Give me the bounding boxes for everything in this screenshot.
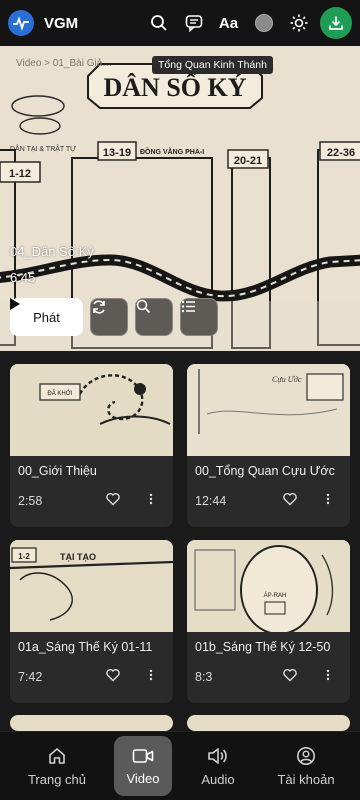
- heart-icon[interactable]: [106, 668, 120, 687]
- video-duration: 8:3: [195, 670, 213, 684]
- svg-text:ÁP-RAH: ÁP-RAH: [264, 592, 287, 599]
- video-title: 01b_Sáng Thế Ký 12-50: [195, 640, 331, 654]
- speaker-icon: [208, 747, 227, 764]
- svg-text:1-2: 1-2: [18, 552, 30, 561]
- video-card[interactable]: ĐÃ KHỞI 00_Giới Thiệu 2:58: [10, 364, 173, 527]
- svg-text:Cựu Ước: Cựu Ước: [272, 375, 302, 384]
- poster-range-2: 13-19: [103, 147, 131, 159]
- more-options-icon[interactable]: [321, 492, 335, 511]
- video-title: 01a_Sáng Thế Ký 01-11: [18, 640, 153, 654]
- heart-icon[interactable]: [106, 492, 120, 511]
- breadcrumb[interactable]: Video > 01_Bài Giả…: [16, 58, 112, 69]
- poster-heading: DÂN SỐ KÝ: [103, 73, 246, 102]
- nav-item-home[interactable]: Trang chủ: [14, 736, 100, 796]
- hero-video-duration: 6:45: [10, 270, 36, 285]
- video-card[interactable]: [187, 715, 350, 731]
- nav-item-video[interactable]: Video: [114, 736, 172, 796]
- brightness-icon[interactable]: [281, 6, 316, 41]
- account-icon: [297, 746, 315, 765]
- list-icon: [181, 300, 195, 313]
- play-icon: [10, 298, 20, 310]
- top-app-bar: VGM Aa: [0, 0, 360, 46]
- refresh-icon: [93, 300, 105, 314]
- nav-label: Video: [126, 770, 160, 786]
- poster-range-1: 1-12: [9, 168, 31, 180]
- more-options-icon[interactable]: [144, 668, 158, 687]
- video-thumbnail: ĐÃ KHỞI: [10, 364, 173, 456]
- nav-item-account[interactable]: Tài khoản: [268, 736, 344, 796]
- download-button[interactable]: [320, 7, 352, 39]
- svg-text:TẠI TẠO: TẠI TẠO: [60, 552, 96, 562]
- heart-icon[interactable]: [283, 492, 297, 511]
- home-icon: [49, 747, 65, 764]
- color-swatch-icon: [254, 14, 273, 32]
- logo-icon: [8, 10, 34, 36]
- playlist-button[interactable]: [180, 298, 218, 336]
- video-title: 00_Tổng Quan Cựu Ước: [195, 464, 335, 478]
- play-label: Phát: [33, 309, 60, 325]
- video-duration: 12:44: [195, 494, 227, 508]
- video-title: 00_Giới Thiệu: [18, 464, 97, 478]
- shuffle-button[interactable]: [90, 298, 128, 336]
- more-options-icon[interactable]: [144, 492, 158, 511]
- video-card[interactable]: Cựu Ước 00_Tổng Quan Cựu Ước 12:44: [187, 364, 350, 527]
- app-logo[interactable]: VGM: [8, 10, 78, 36]
- video-card[interactable]: 1-2 TẠI TẠO 01a_Sáng Thế Ký 01-11 7:42: [10, 540, 173, 703]
- play-button[interactable]: Phát: [10, 298, 83, 336]
- search-icon[interactable]: [141, 6, 176, 41]
- bottom-navigation: Trang chủ Video Audio Tài khoản: [0, 731, 360, 800]
- more-options-icon[interactable]: [321, 668, 335, 687]
- nav-label: Tài khoản: [277, 771, 335, 787]
- video-thumbnail: ÁP-RAH: [187, 540, 350, 632]
- nav-label: Trang chủ: [27, 771, 87, 787]
- video-thumbnail: Cựu Ước: [187, 364, 350, 456]
- video-duration: 7:42: [18, 670, 43, 684]
- video-grid: ĐÃ KHỞI 00_Giới Thiệu 2:58 Cựu Ước 00_Tổ…: [0, 351, 360, 731]
- theme-color-button[interactable]: [246, 6, 281, 41]
- tooltip: Tổng Quan Kinh Thánh: [152, 56, 273, 74]
- search-icon: [136, 299, 151, 314]
- font-size-button[interactable]: Aa: [211, 6, 246, 41]
- video-card[interactable]: [10, 715, 173, 731]
- chat-icon[interactable]: [176, 6, 211, 41]
- featured-video-hero[interactable]: DÂN SỐ KÝ DÂN TẠI & TRẬT TỰ 1-12 13-19 Đ…: [0, 46, 360, 351]
- hero-search-button[interactable]: [135, 298, 173, 336]
- app-name: VGM: [44, 14, 79, 32]
- video-icon: [132, 748, 154, 763]
- download-icon: [329, 16, 343, 30]
- poster-range-3: 20-21: [234, 155, 262, 167]
- svg-text:ĐÃ KHỞI: ĐÃ KHỞI: [47, 390, 72, 397]
- svg-text:DÂN TẠI & TRẬT TỰ: DÂN TẠI & TRẬT TỰ: [10, 144, 76, 153]
- nav-label: Audio: [201, 771, 235, 787]
- video-card[interactable]: ÁP-RAH 01b_Sáng Thế Ký 12-50 8:3: [187, 540, 350, 703]
- video-thumbnail: [187, 715, 350, 731]
- video-thumbnail: [10, 715, 173, 731]
- video-duration: 2:58: [18, 494, 43, 508]
- heart-icon[interactable]: [283, 668, 297, 687]
- hero-video-title: 04_Dân Số Ký: [10, 244, 94, 259]
- poster-range-4: 22-36: [327, 147, 355, 159]
- nav-item-audio[interactable]: Audio: [190, 736, 246, 796]
- video-thumbnail: 1-2 TẠI TẠO: [10, 540, 173, 632]
